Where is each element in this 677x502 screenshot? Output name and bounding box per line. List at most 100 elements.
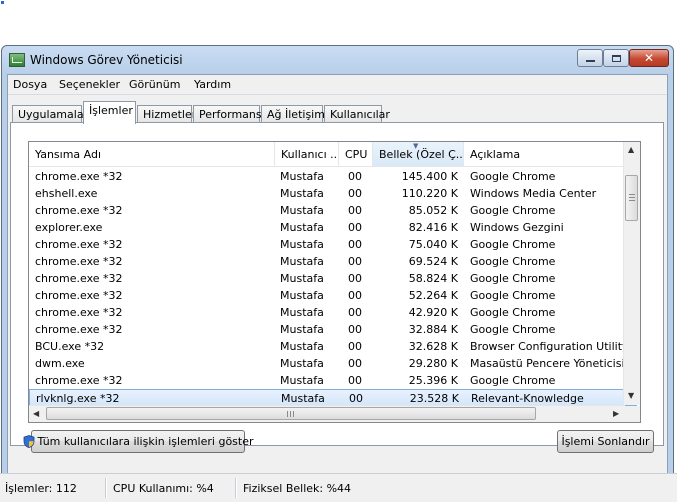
- menu-bar: Dosya Seçenekler Görünüm Yardım: [8, 75, 667, 95]
- minimize-button[interactable]: [577, 49, 603, 67]
- close-button[interactable]: ✕: [629, 49, 669, 67]
- process-cpu: 00: [348, 374, 362, 387]
- tab-hizmetler[interactable]: Hizmetler: [137, 105, 196, 123]
- status-cpu: CPU Kullanımı: %4: [113, 482, 214, 495]
- process-memory: 25.396 K: [408, 374, 458, 387]
- tab-uygulamalar[interactable]: Uygulamalar: [12, 105, 88, 123]
- window-title: Windows Görev Yöneticisi: [30, 53, 183, 67]
- process-cpu: 00: [348, 238, 362, 251]
- table-row[interactable]: chrome.exe *32 Mustafa 00 58.824 K Google Ch…: [29, 270, 637, 287]
- process-name: chrome.exe *32: [35, 204, 123, 217]
- column-header-description[interactable]: Açıklama: [464, 142, 637, 166]
- menu-yardim[interactable]: Yardım: [194, 78, 231, 91]
- process-name: dwm.exe: [35, 357, 85, 370]
- table-row[interactable]: chrome.exe *32 Mustafa 00 42.920 K Google Ch…: [29, 304, 637, 321]
- table-row[interactable]: BCU.exe *32 Mustafa 00 32.628 K Browser Conf…: [29, 338, 637, 355]
- table-row[interactable]: chrome.exe *32 Mustafa 00 145.400 K Google C…: [29, 168, 637, 185]
- grip-line: [629, 197, 635, 198]
- process-cpu: 00: [348, 272, 362, 285]
- process-cpu: 00: [348, 306, 362, 319]
- process-list[interactable]: Yansıma Adı Kullanıcı ... CPU ▼ Bellek (…: [28, 141, 641, 423]
- corner-dot: [1, 1, 4, 4]
- column-header-user[interactable]: Kullanıcı ...: [275, 142, 339, 166]
- process-cpu: 00: [348, 170, 362, 183]
- table-row[interactable]: chrome.exe *32 Mustafa 00 85.052 K Google Ch…: [29, 202, 637, 219]
- table-row[interactable]: explorer.exe Mustafa 00 82.416 K Windows Gez…: [29, 219, 637, 236]
- scroll-up-icon[interactable]: ▲: [628, 146, 634, 154]
- tab-ag-iletisimi[interactable]: Ağ İletişimi: [261, 105, 328, 123]
- process-description: Google Chrome: [470, 272, 556, 285]
- process-user: Mustafa: [280, 170, 324, 183]
- process-name: chrome.exe *32: [35, 170, 123, 183]
- process-description: Windows Gezgini: [470, 221, 564, 234]
- process-cpu: 00: [348, 187, 362, 200]
- show-all-users-button[interactable]: Tüm kullanıcılara ilişkin işlemleri göst…: [23, 430, 254, 453]
- process-memory: 110.220 K: [401, 187, 458, 200]
- scroll-down-icon[interactable]: ▼: [628, 392, 634, 400]
- process-name: chrome.exe *32: [35, 323, 123, 336]
- process-user: Mustafa: [280, 340, 324, 353]
- menu-gorunum[interactable]: Görünüm: [129, 78, 180, 91]
- process-description: Masaüstü Pencere Yöneticisi: [470, 357, 625, 370]
- column-header-cpu[interactable]: CPU: [339, 142, 373, 166]
- menu-dosya[interactable]: Dosya: [13, 78, 47, 91]
- horizontal-scroll-thumb[interactable]: [46, 407, 536, 420]
- tab-performans[interactable]: Performans: [193, 105, 262, 123]
- process-description: Windows Media Center: [470, 187, 597, 200]
- process-name: chrome.exe *32: [35, 255, 123, 268]
- table-row[interactable]: chrome.exe *32 Mustafa 00 32.884 K Google Ch…: [29, 321, 637, 338]
- process-user: Mustafa: [280, 323, 324, 336]
- process-description: Google Chrome: [470, 238, 556, 251]
- process-user: Mustafa: [280, 204, 324, 217]
- column-header-name[interactable]: Yansıma Adı: [29, 142, 275, 166]
- status-separator: [105, 478, 107, 498]
- process-name: ehshell.exe: [35, 187, 98, 200]
- table-row[interactable]: ehshell.exe Mustafa 00 110.220 K Windows Med…: [29, 185, 637, 202]
- table-row[interactable]: chrome.exe *32 Mustafa 00 75.040 K Google Ch…: [29, 236, 637, 253]
- process-name: BCU.exe *32: [35, 340, 105, 353]
- process-cpu: 00: [348, 255, 362, 268]
- task-manager-icon: [9, 53, 25, 67]
- process-memory: 75.040 K: [408, 238, 458, 251]
- vertical-scrollbar[interactable]: ▲ ▼: [623, 142, 640, 405]
- scroll-right-icon[interactable]: ▶: [613, 410, 619, 418]
- process-memory: 23.528 K: [409, 392, 459, 405]
- table-row[interactable]: chrome.exe *32 Mustafa 00 25.396 K Google Ch…: [29, 372, 637, 389]
- title-bar[interactable]: Windows Görev Yöneticisi ✕: [2, 46, 673, 74]
- process-description: Google Chrome: [470, 323, 556, 336]
- process-description: Google Chrome: [470, 204, 556, 217]
- tab-islemler[interactable]: İşlemler: [83, 101, 136, 124]
- process-cpu: 00: [348, 289, 362, 302]
- process-cpu: 00: [348, 204, 362, 217]
- maximize-icon: [611, 54, 621, 62]
- table-row[interactable]: dwm.exe Mustafa 00 29.280 K Masaüstü Pencere…: [29, 355, 637, 372]
- menu-secenekler[interactable]: Seçenekler: [59, 78, 120, 91]
- close-icon: ✕: [643, 51, 655, 65]
- process-user: Mustafa: [280, 374, 324, 387]
- process-user: Mustafa: [280, 187, 324, 200]
- minimize-icon: [585, 60, 595, 62]
- process-memory: 58.824 K: [408, 272, 458, 285]
- tab-kullanicilar[interactable]: Kullanıcılar: [324, 105, 390, 123]
- column-header-memory[interactable]: ▼ Bellek (Özel Ç...: [373, 142, 464, 166]
- process-description: Google Chrome: [470, 255, 556, 268]
- grip-line: [290, 411, 291, 417]
- list-header: Yansıma Adı Kullanıcı ... CPU ▼ Bellek (…: [29, 142, 637, 167]
- process-memory: 32.628 K: [408, 340, 458, 353]
- process-memory: 32.884 K: [408, 323, 458, 336]
- process-cpu: 00: [348, 357, 362, 370]
- scroll-left-icon[interactable]: ◀: [33, 410, 39, 418]
- grip-line: [629, 200, 635, 201]
- maximize-button[interactable]: [603, 49, 629, 67]
- end-process-button[interactable]: İşlemi Sonlandır: [557, 430, 654, 453]
- grip-line: [629, 194, 635, 195]
- process-user: Mustafa: [280, 221, 324, 234]
- process-name: chrome.exe *32: [35, 374, 123, 387]
- table-row[interactable]: rlvknlg.exe *32 Mustafa 00 23.528 K Relevant…: [29, 389, 637, 406]
- horizontal-scrollbar[interactable]: ◀ ▶: [29, 405, 625, 422]
- process-user: Mustafa: [280, 306, 324, 319]
- vertical-scroll-thumb[interactable]: [625, 175, 638, 221]
- table-row[interactable]: chrome.exe *32 Mustafa 00 52.264 K Google Ch…: [29, 287, 637, 304]
- table-row[interactable]: chrome.exe *32 Mustafa 00 69.524 K Google Ch…: [29, 253, 637, 270]
- process-name: chrome.exe *32: [35, 238, 123, 251]
